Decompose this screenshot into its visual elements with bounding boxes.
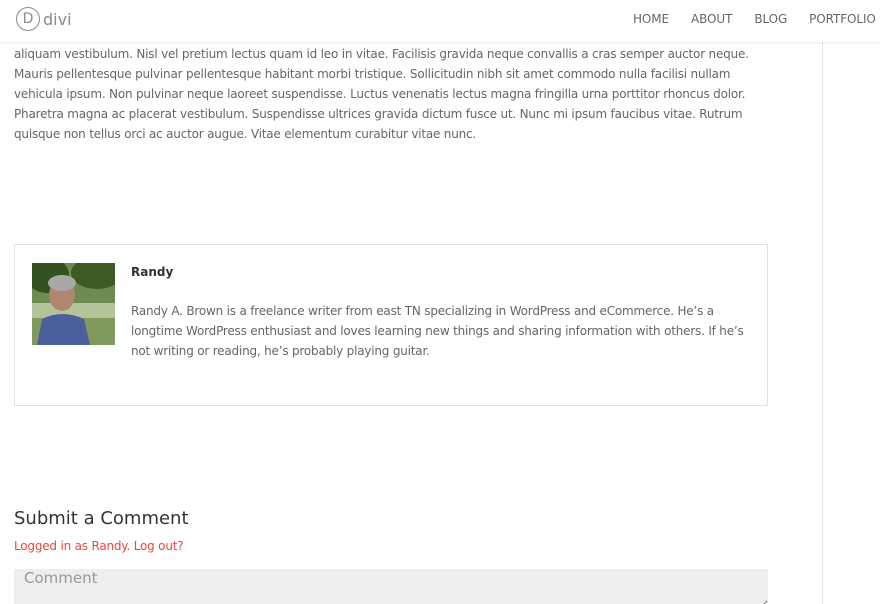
main-nav: HOME ABOUT BLOG PORTFOLIO bbox=[633, 12, 876, 26]
author-name: Randy bbox=[131, 265, 174, 279]
nav-home[interactable]: HOME bbox=[633, 12, 669, 26]
article-body-text: aliquam vestibulum. Nisl vel pretium lec… bbox=[14, 47, 749, 141]
logo-text: divi bbox=[43, 9, 72, 29]
author-bio: Randy A. Brown is a freelance writer fro… bbox=[131, 304, 744, 358]
nav-blog[interactable]: BLOG bbox=[754, 12, 787, 26]
site-header: D divi HOME ABOUT BLOG PORTFOLIO bbox=[0, 0, 880, 42]
author-photo-image bbox=[32, 263, 115, 345]
logout-link[interactable]: Log out? bbox=[134, 539, 184, 553]
author-box: Randy Randy A. Brown is a freelance writ… bbox=[14, 244, 768, 406]
author-photo bbox=[32, 263, 115, 345]
comment-section-title: Submit a Comment bbox=[14, 508, 189, 529]
site-logo[interactable]: D divi bbox=[16, 7, 72, 31]
logged-in-notice: Logged in as Randy. Log out? bbox=[14, 539, 184, 553]
logged-in-user-link[interactable]: Logged in as Randy. bbox=[14, 539, 130, 553]
sidebar-divider bbox=[822, 42, 823, 604]
nav-portfolio[interactable]: PORTFOLIO bbox=[809, 12, 876, 26]
comment-input[interactable] bbox=[14, 569, 768, 604]
nav-about[interactable]: ABOUT bbox=[691, 12, 732, 26]
logo-circle-icon: D bbox=[16, 7, 40, 31]
